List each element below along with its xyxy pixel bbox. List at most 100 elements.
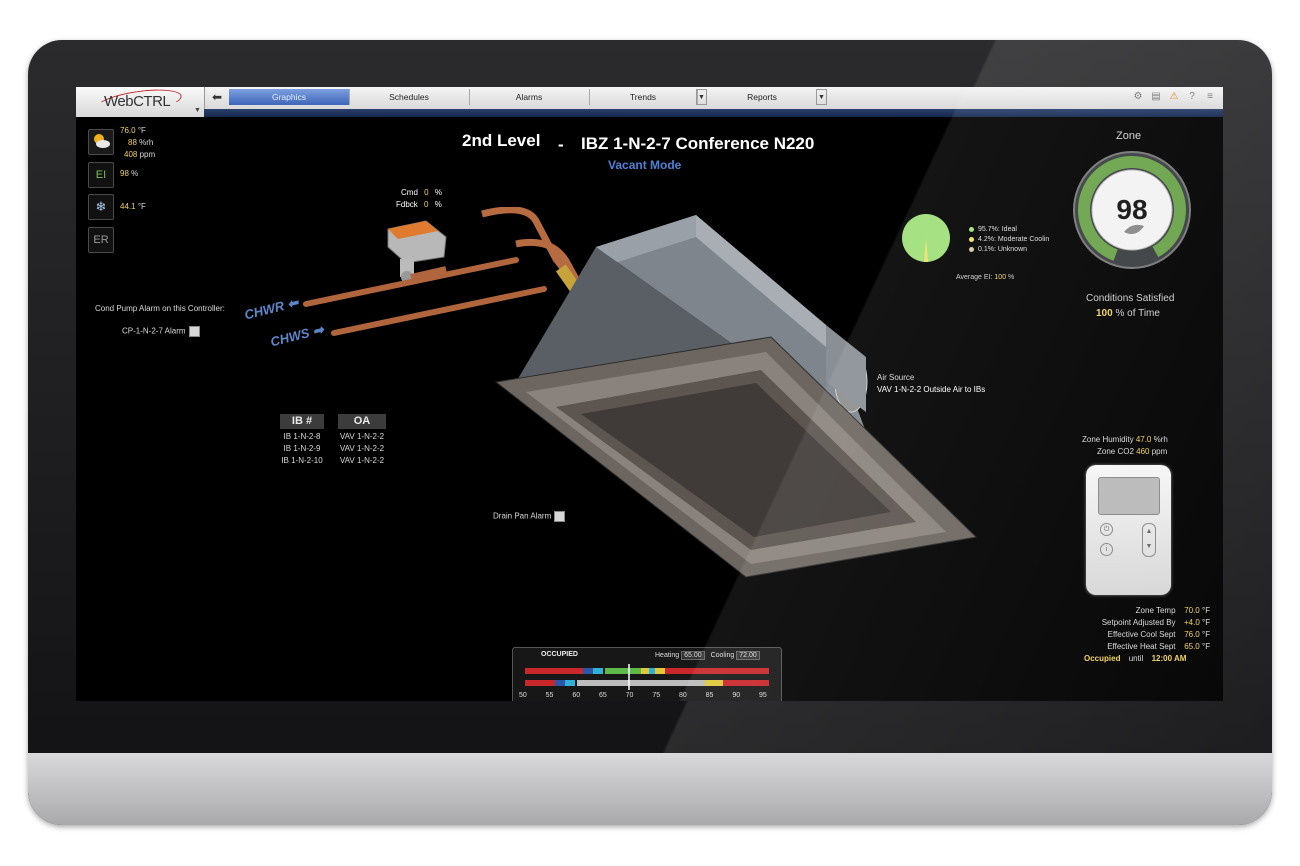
zone-stat-value: 76.0 (1184, 630, 1200, 639)
cooling-temp-value: 44.1 (120, 202, 136, 211)
webctrl-logo[interactable]: WebCTRL ▼ (76, 87, 205, 119)
warning-icon[interactable]: ⚠ (1167, 90, 1181, 104)
valve-cmd-unit: % (434, 188, 442, 197)
ei-pie-chart[interactable] (901, 207, 951, 269)
legend-dot-unknown (969, 246, 974, 252)
pie-legend-item: 4.2%: Moderate Coolin (969, 235, 1049, 245)
outdoor-humidity-value: 88 (128, 138, 137, 147)
ib-column-header: IB # (280, 414, 324, 429)
logo-text: WebCTRL (104, 93, 171, 110)
setpoint-scale-widget[interactable]: OCCUPIED Heating 65.00 Cooling 72.00 50 5 (512, 647, 782, 701)
drain-pan-alarm-label: Drain Pan Alarm (493, 511, 552, 521)
er-icon[interactable]: ER (88, 227, 114, 253)
menu-icon[interactable]: ≡ (1203, 90, 1217, 104)
zone-co2-value: 460 (1136, 447, 1150, 456)
zone-humidity: Zone Humidity 47.0 %rh (1082, 435, 1168, 444)
zone-stat-value: 70.0 (1184, 606, 1200, 615)
zone-score-gauge[interactable]: 98 (1072, 150, 1192, 270)
toolbar-icons: ⚙ ▤ ⚠ ? ≡ (1131, 90, 1217, 104)
scale-tick-label: 85 (705, 692, 714, 699)
thermostat-graphic[interactable]: ⏻ i ▲ ▼ (1086, 465, 1171, 595)
zone-stat-label: Zone Temp (1135, 606, 1176, 615)
ei-unit: % (131, 169, 139, 178)
pie-legend-label: 95.7%: Ideal (978, 226, 1017, 233)
tab-trends[interactable]: Trends (589, 89, 698, 105)
scale-ticks: 50 55 60 65 70 75 80 85 90 95 (519, 692, 771, 701)
zone-humidity-value: 47.0 (1135, 435, 1152, 444)
legend-dot-ideal (969, 226, 974, 232)
tab-graphics[interactable]: Graphics (229, 89, 350, 105)
tab-alarms[interactable]: Alarms (469, 89, 590, 105)
reports-dropdown-icon[interactable]: ▼ (816, 89, 827, 105)
snowflake-icon[interactable]: ❄ (88, 194, 114, 220)
outdoor-co2-unit: ppm (139, 150, 156, 159)
occupancy-until-time: 12:00 AM (1151, 654, 1187, 663)
scale-tick-label: 75 (652, 692, 661, 699)
conditions-satisfied-label: Conditions Satisfied (1086, 293, 1175, 304)
thermostat-up-down-buttons[interactable]: ▲ ▼ (1142, 523, 1156, 557)
zone-stat-row: Effective Cool Sept 76.0 °F (1036, 629, 1216, 641)
drain-pan-alarm-indicator[interactable] (554, 511, 566, 522)
chevron-down-icon[interactable]: ▼ (194, 107, 201, 114)
scale-state: OCCUPIED (541, 651, 578, 658)
zone-humidity-unit: %rh (1153, 435, 1168, 444)
trends-dropdown-icon[interactable]: ▼ (696, 89, 707, 105)
cond-pump-alarm-indicator[interactable] (188, 326, 200, 337)
zone-humidity-label: Zone Humidity (1082, 435, 1134, 444)
zone-stat-unit: °F (1202, 618, 1211, 627)
ib-cell: IB 1-N-2-9 (283, 444, 321, 453)
occupancy-status-value: Occupied (1084, 654, 1121, 663)
back-arrow-icon[interactable]: ⬅ (208, 89, 226, 105)
print-icon[interactable]: ▤ (1149, 90, 1163, 104)
scale-tick-label: 95 (759, 692, 767, 699)
average-ei-unit: % (1008, 274, 1015, 281)
cooling-temp: 44.1 °F (120, 202, 146, 211)
thermostat-power-icon[interactable]: ⏻ (1100, 523, 1113, 536)
ei-leaf-icon[interactable]: EI (88, 162, 114, 188)
ei-icon-label: EI (95, 169, 107, 181)
occupancy-until-label: until (1128, 654, 1144, 663)
outdoor-temp-unit: °F (137, 126, 146, 135)
tab-reports[interactable]: Reports (708, 89, 817, 105)
zone-gauge-title: Zone (1116, 130, 1142, 142)
zone-stat-label: Effective Heat Sept (1107, 642, 1176, 651)
drain-pan-alarm-row: Drain Pan Alarm (493, 511, 566, 522)
oa-cell: VAV 1-N-2-2 (339, 444, 385, 453)
legend-dot-moderate (969, 236, 974, 242)
app-screen: WebCTRL ▼ ⬅ Graphics Schedules Alarms Tr… (76, 87, 1223, 701)
zone-stats-list: Zone Temp 70.0 °F Setpoint Adjusted By +… (1036, 605, 1216, 653)
cond-pump-label: Cond Pump Alarm on this Controller: (95, 304, 225, 313)
air-source-value[interactable]: VAV 1-N-2-2 Outside Air to IBs (877, 385, 985, 394)
occupancy-status: Occupied until 12:00 AM (1084, 654, 1186, 663)
zone-stat-unit: °F (1202, 630, 1211, 639)
zone-score-value: 98 (1116, 194, 1147, 225)
zone-stat-unit: °F (1202, 642, 1211, 651)
title-dash: - (558, 135, 564, 154)
cooling-temp-unit: °F (137, 202, 146, 211)
zone-name-title: IBZ 1-N-2-7 Conference N220 (581, 134, 815, 153)
conditions-satisfied-value: 100 (1096, 308, 1113, 319)
network-icon[interactable]: ⚙ (1131, 90, 1145, 104)
air-source-label: Air Source (877, 373, 915, 382)
heating-label: Heating (655, 652, 680, 659)
pie-legend-label: 0.1%: Unknown (978, 246, 1028, 253)
outdoor-co2: 408 ppm (124, 150, 155, 159)
zone-stat-row: Zone Temp 70.0 °F (1036, 605, 1216, 617)
conditions-satisfied-suffix: % of Time (1115, 308, 1160, 319)
help-icon[interactable]: ? (1185, 90, 1199, 104)
weather-partly-sunny-icon[interactable] (88, 129, 114, 155)
scale-tick-label: 80 (679, 692, 687, 699)
tab-schedules[interactable]: Schedules (349, 89, 470, 105)
scale-tick-label: 60 (572, 692, 581, 699)
heating-setpoint: Heating 65.00 Cooling 72.00 (655, 651, 760, 660)
thermostat-info-icon[interactable]: i (1100, 543, 1113, 556)
pie-legend-item: 0.1%: Unknown (969, 245, 1049, 255)
zone-stat-label: Effective Cool Sept (1107, 630, 1176, 639)
zone-stat-row: Setpoint Adjusted By +4.0 °F (1036, 617, 1216, 629)
valve-cmd-label: Cmd (401, 188, 418, 197)
er-icon-label: ER (93, 234, 109, 246)
scale-tick-label: 90 (732, 692, 741, 699)
pie-legend: 95.7%: Ideal 4.2%: Moderate Coolin 0.1%:… (969, 225, 1049, 255)
zone-co2: Zone CO2 460 ppm (1097, 447, 1167, 456)
cooling-label: Cooling (710, 652, 735, 659)
